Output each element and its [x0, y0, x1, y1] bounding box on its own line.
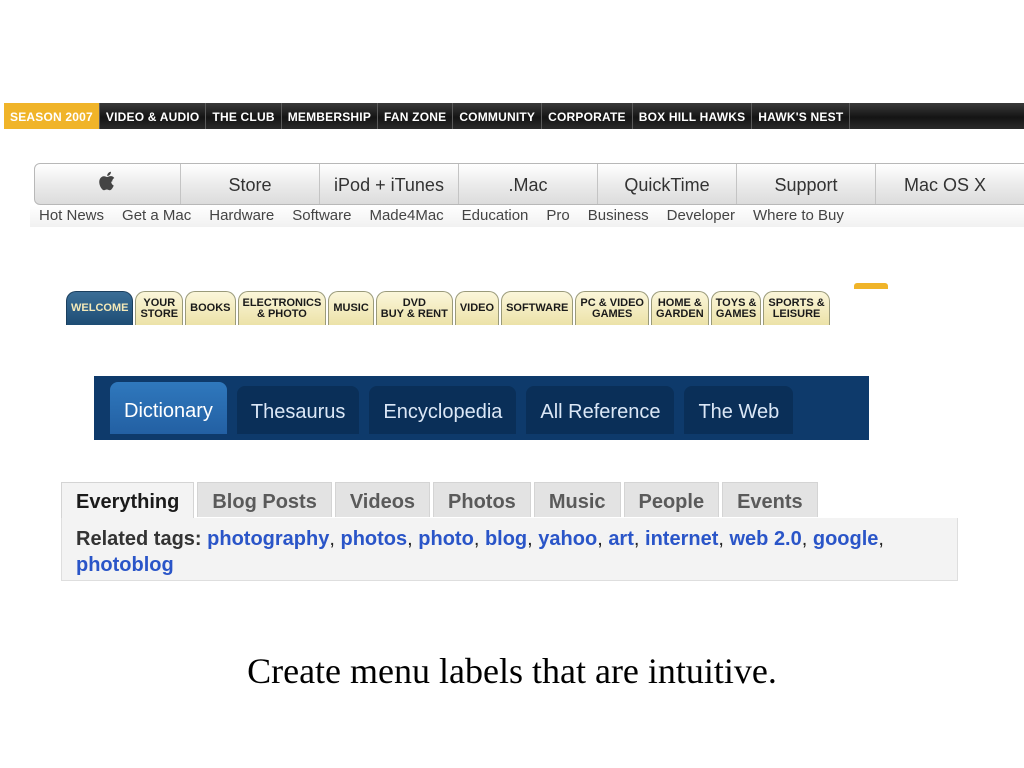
apple-logo-tab[interactable]: [35, 164, 180, 204]
amazon-store-tab[interactable]: PC & VIDEO GAMES: [575, 291, 649, 325]
related-tag-link[interactable]: web 2.0: [729, 528, 801, 550]
related-tag-link[interactable]: yahoo: [538, 528, 597, 550]
apple-subnav-link[interactable]: Software: [283, 205, 360, 227]
apple-logo-icon: [98, 165, 118, 204]
amazon-store-tab[interactable]: SOFTWARE: [501, 291, 574, 325]
new-flag: [854, 283, 888, 289]
related-tag-link[interactable]: photos: [341, 528, 408, 550]
amazon-store-tab[interactable]: DVD BUY & RENT: [375, 291, 453, 325]
slide-caption: Create menu labels that are intuitive.: [247, 651, 777, 691]
amazon-store-tab[interactable]: BOOKS: [185, 291, 236, 325]
related-tag-link[interactable]: photography: [207, 528, 329, 550]
amazon-store-tab[interactable]: WELCOME: [66, 291, 134, 325]
amazon-store-tab[interactable]: SPORTS & LEISURE: [763, 291, 830, 325]
reference-nav-bar: Dictionary Thesaurus Encyclopedia All Refer…: [94, 376, 869, 440]
hawks-nav-bar: SEASON 2007 VIDEO & AUDIO THE CLUB MEMBERSH…: [4, 103, 1024, 129]
apple-nav-tab[interactable]: QuickTime: [597, 164, 736, 204]
tag-search-panel: Everything Blog Posts Videos Photos Music Peo…: [61, 482, 958, 582]
apple-nav-tab[interactable]: .Mac: [458, 164, 597, 204]
amazon-nav: WELCOME YOUR STORE BOOKS ELECTRONICS & PHOT…: [66, 283, 912, 325]
search-scope-tab[interactable]: People: [623, 482, 720, 517]
related-tag-link[interactable]: internet: [645, 528, 718, 550]
hawks-nav-item[interactable]: HAWK'S NEST: [752, 103, 851, 129]
apple-subnav-link[interactable]: Hardware: [200, 205, 283, 227]
hawks-nav-item[interactable]: BOX HILL HAWKS: [633, 103, 753, 129]
amazon-store-tab[interactable]: ELECTRONICS & PHOTO: [237, 291, 327, 325]
hawks-nav-item[interactable]: COMMUNITY: [453, 103, 543, 129]
apple-subnav-link[interactable]: Hot News: [30, 205, 113, 227]
amazon-store-tab[interactable]: MUSIC: [328, 291, 374, 325]
amazon-store-tab[interactable]: YOUR STORE: [135, 291, 184, 325]
related-tag-link[interactable]: blog: [485, 528, 527, 550]
reference-tab[interactable]: The Web: [684, 386, 794, 434]
hawks-nav-item[interactable]: CORPORATE: [542, 103, 633, 129]
apple-subnav-link[interactable]: Where to Buy: [744, 205, 853, 227]
apple-nav-tab[interactable]: iPod + iTunes: [319, 164, 458, 204]
search-scope-tab[interactable]: Music: [533, 482, 621, 517]
hawks-nav-item[interactable]: FAN ZONE: [378, 103, 454, 129]
search-scope-tab[interactable]: Photos: [433, 482, 531, 517]
apple-nav-tab[interactable]: Store: [180, 164, 319, 204]
reference-tab[interactable]: Thesaurus: [236, 386, 360, 434]
search-scope-tab[interactable]: Events: [722, 482, 818, 517]
apple-subnav-link[interactable]: Pro: [537, 205, 578, 227]
apple-subnav-link[interactable]: Business: [579, 205, 658, 227]
amazon-store-tab[interactable]: TOYS & GAMES: [710, 291, 762, 325]
related-tag-link[interactable]: google: [813, 528, 879, 550]
related-tag-link[interactable]: art: [608, 528, 634, 550]
search-scope-tab[interactable]: Everything: [61, 482, 195, 519]
related-tag-link[interactable]: photo: [418, 528, 474, 550]
apple-nav: Store iPod + iTunes .Mac QuickTime Support Ma…: [30, 163, 1024, 231]
amazon-store-tab[interactable]: VIDEO: [454, 291, 500, 325]
related-tag-link[interactable]: photoblog: [76, 554, 174, 576]
hawks-nav-item[interactable]: THE CLUB: [206, 103, 282, 129]
hawks-nav-item[interactable]: VIDEO & AUDIO: [100, 103, 207, 129]
apple-subnav-link[interactable]: Made4Mac: [360, 205, 452, 227]
reference-tab[interactable]: Dictionary: [110, 382, 227, 434]
search-scope-tab[interactable]: Videos: [334, 482, 431, 517]
hawks-nav-item[interactable]: SEASON 2007: [4, 103, 100, 129]
search-scope-tab[interactable]: Blog Posts: [197, 482, 332, 517]
apple-nav-tab[interactable]: Support: [736, 164, 875, 204]
apple-subnav-link[interactable]: Education: [453, 205, 538, 227]
amazon-store-tab[interactable]: HOME & GARDEN: [650, 291, 709, 325]
apple-subnav-link[interactable]: Get a Mac: [113, 205, 200, 227]
apple-subnav-link[interactable]: Developer: [658, 205, 744, 227]
related-tags-panel: Related tags: photography, photos, photo…: [61, 518, 958, 581]
related-tags-label: Related tags:: [76, 528, 202, 550]
hawks-nav-item[interactable]: MEMBERSHIP: [282, 103, 379, 129]
reference-tab[interactable]: All Reference: [526, 386, 675, 434]
apple-nav-tab[interactable]: Mac OS X: [875, 164, 1014, 204]
reference-tab[interactable]: Encyclopedia: [369, 386, 517, 434]
